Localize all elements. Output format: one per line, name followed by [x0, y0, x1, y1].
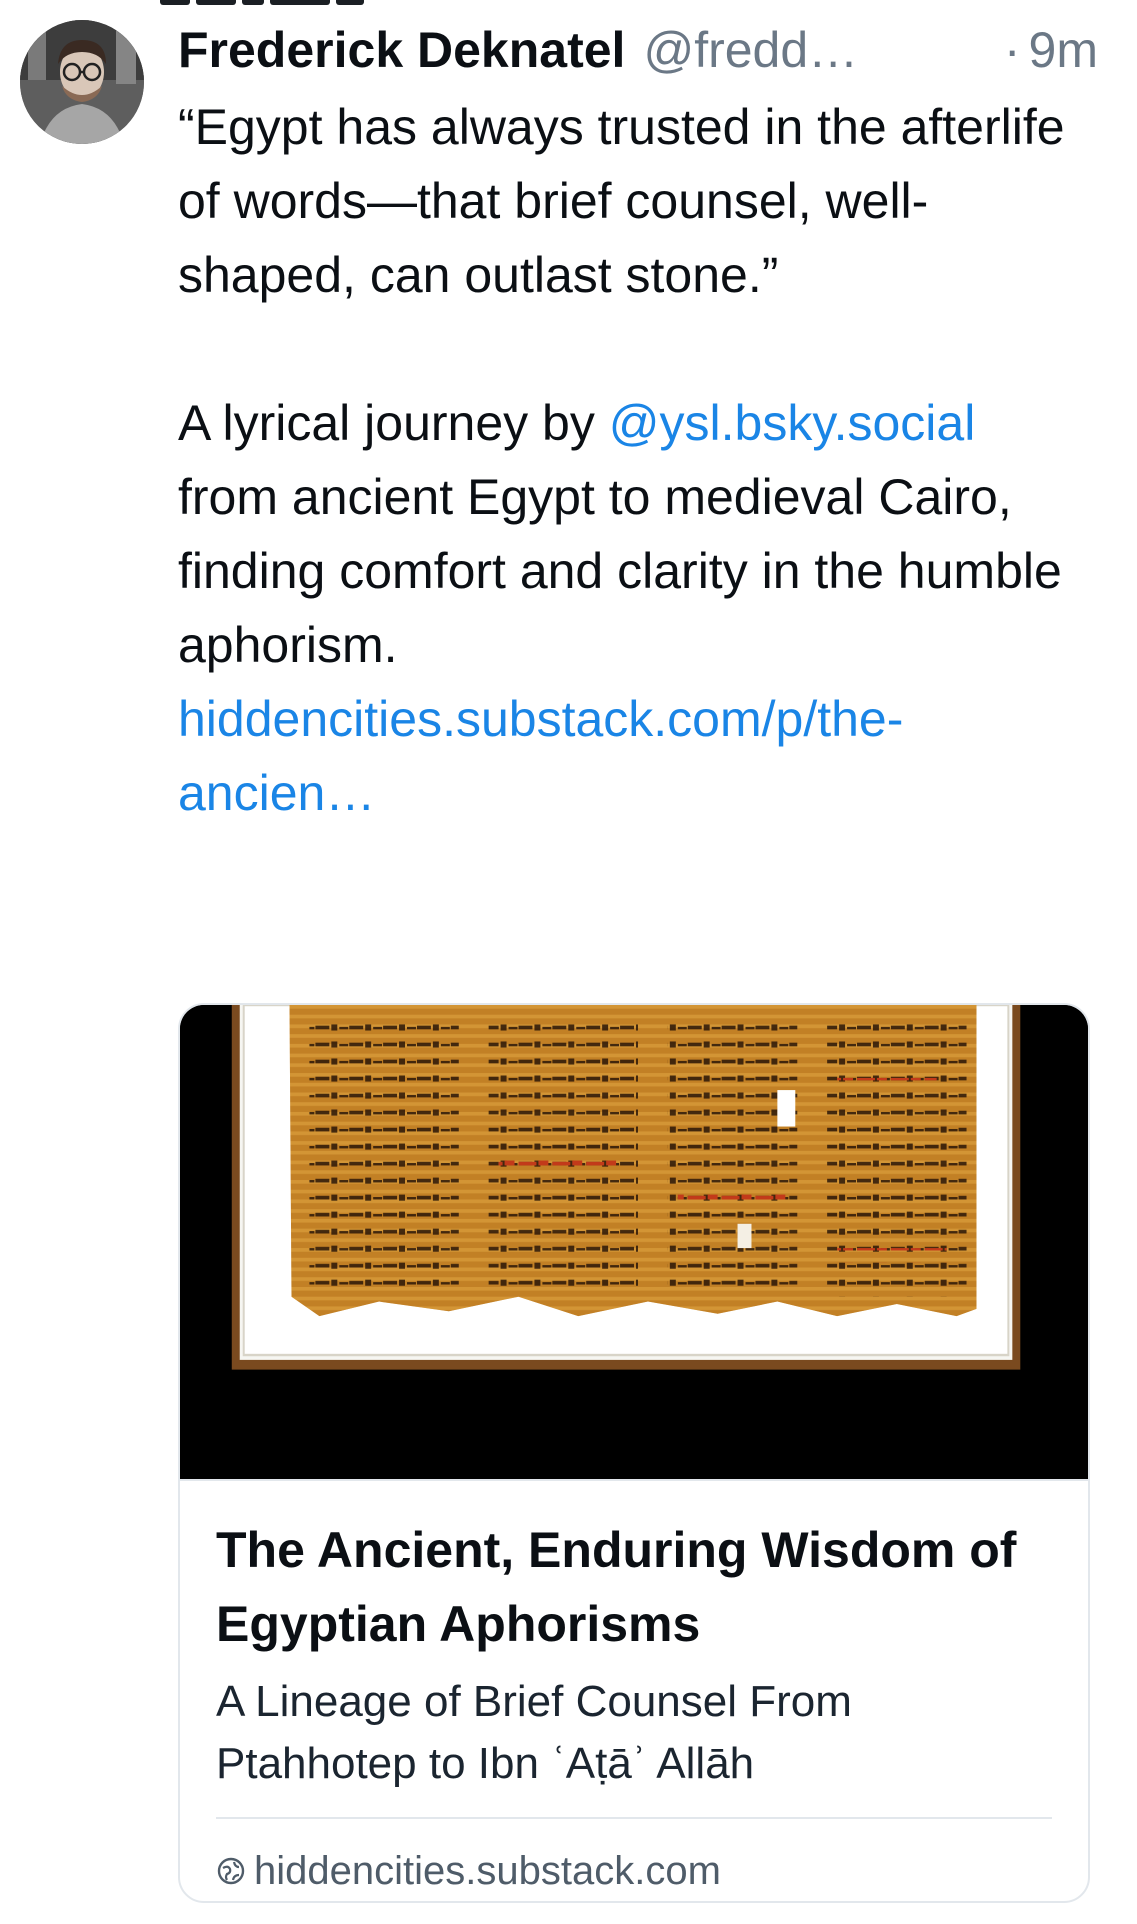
- post-external-link[interactable]: hiddencities.substack.com/p/the-ancien…: [178, 682, 1078, 830]
- previous-post-edge: [160, 0, 440, 6]
- mention-link[interactable]: @ysl.bsky.social: [609, 395, 976, 451]
- post: Frederick Deknatel @fredd… · 9m “Egypt ha…: [0, 0, 1137, 1924]
- papyrus-image-icon: [180, 1005, 1088, 1479]
- timestamp-value: 9m: [1028, 22, 1098, 78]
- link-card-domain: hiddencities.substack.com: [216, 1819, 1052, 1901]
- link-card[interactable]: The Ancient, Enduring Wisdom of Egyptian…: [178, 1003, 1090, 1903]
- post-body-prefix: A lyrical journey by: [178, 395, 609, 451]
- post-text: “Egypt has always trusted in the afterli…: [178, 90, 1078, 830]
- link-card-image: [180, 1005, 1088, 1481]
- link-card-domain-text: hiddencities.substack.com: [254, 1849, 721, 1893]
- avatar[interactable]: [20, 20, 144, 144]
- post-body-suffix: from ancient Egypt to medieval Cairo, fi…: [178, 469, 1062, 673]
- author-handle[interactable]: @fredd…: [643, 10, 858, 90]
- avatar-photo-icon: [20, 20, 144, 144]
- post-quote: “Egypt has always trusted in the afterli…: [178, 99, 1065, 303]
- link-card-title: The Ancient, Enduring Wisdom of Egyptian…: [216, 1522, 1017, 1652]
- link-card-description: A Lineage of Brief Counsel From Ptahhote…: [216, 1677, 852, 1788]
- time-separator: ·: [1003, 22, 1021, 78]
- post-content: Frederick Deknatel @fredd… · 9m “Egypt ha…: [178, 10, 1098, 830]
- post-timestamp[interactable]: · 9m: [1004, 10, 1098, 90]
- link-card-body: The Ancient, Enduring Wisdom of Egyptian…: [180, 1481, 1088, 1901]
- author-display-name[interactable]: Frederick Deknatel: [178, 10, 625, 90]
- post-body: A lyrical journey by @ysl.bsky.social fr…: [178, 386, 1078, 682]
- post-header: Frederick Deknatel @fredd… · 9m: [178, 10, 1098, 90]
- globe-icon: [217, 1857, 245, 1885]
